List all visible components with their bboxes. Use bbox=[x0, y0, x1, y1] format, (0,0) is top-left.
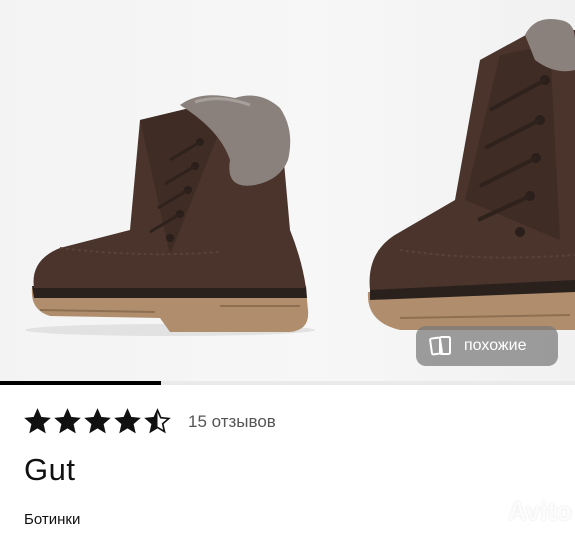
rating-stars bbox=[24, 408, 171, 435]
similar-button[interactable]: похожие bbox=[416, 326, 558, 366]
star-icon bbox=[84, 408, 111, 434]
star-icon bbox=[144, 408, 171, 434]
avito-watermark: Avito bbox=[470, 496, 572, 527]
gallery-progress-track bbox=[0, 381, 575, 385]
star-icon bbox=[114, 408, 141, 434]
rating-row[interactable]: 15 отзывов bbox=[24, 408, 276, 435]
product-photo-boot-closeup bbox=[367, 19, 575, 330]
product-category: Ботинки bbox=[24, 511, 81, 528]
similar-photos-icon bbox=[428, 333, 454, 359]
star-icon bbox=[24, 408, 51, 434]
product-photo-boot-side bbox=[25, 95, 315, 336]
product-brand: Gut bbox=[24, 452, 76, 487]
star-icon bbox=[54, 408, 81, 434]
avito-watermark-text: Avito bbox=[508, 496, 573, 526]
reviews-count[interactable]: 15 отзывов bbox=[188, 412, 276, 432]
similar-button-label: похожие bbox=[464, 337, 527, 354]
photo-gallery[interactable]: похожие bbox=[0, 0, 575, 385]
gallery-progress-fill bbox=[0, 381, 161, 385]
avito-logo-icon bbox=[472, 500, 498, 523]
